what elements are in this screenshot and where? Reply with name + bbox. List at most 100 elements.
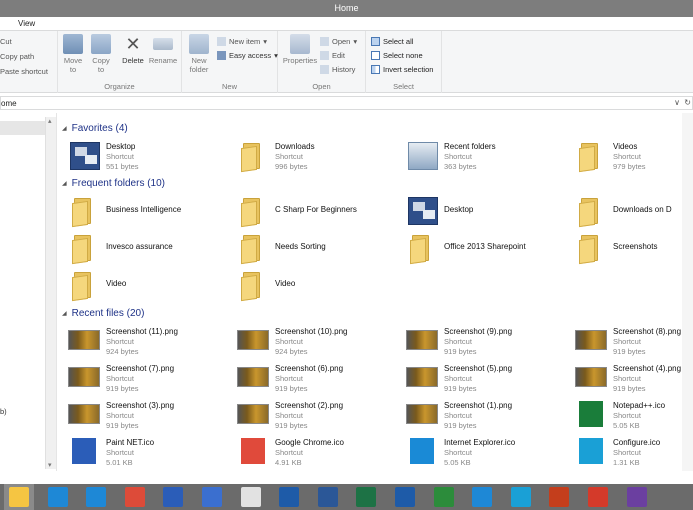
item-size: 919 bytes [106, 384, 139, 393]
favorite-item[interactable]: Videos Shortcut 979 bytes [569, 140, 693, 174]
recent-file-item[interactable]: Screenshot (11).png Shortcut 924 bytes [62, 325, 227, 359]
nav-scrollbar[interactable]: ▴ ▾ [45, 117, 56, 469]
excel-icon[interactable] [356, 487, 377, 507]
calculator-icon[interactable] [202, 487, 222, 507]
outlook-icon[interactable] [395, 487, 415, 507]
favorites-heading-label: Favorites (4) [71, 123, 128, 134]
ribbon-group-select: Select all Select none Invert selection … [366, 31, 442, 93]
recent-file-item[interactable]: Screenshot (7).png Shortcut 919 bytes [62, 362, 227, 396]
remote-desktop-icon[interactable] [163, 487, 184, 507]
skype-icon[interactable] [510, 487, 531, 507]
history-button[interactable]: History [320, 65, 355, 74]
file-explorer-icon[interactable] [9, 487, 29, 507]
frequent-folder-item[interactable]: Invesco assurance [62, 232, 227, 266]
item-type: Shortcut [275, 337, 303, 346]
copy-to-button[interactable]: Copy to [86, 34, 116, 74]
group-label-new: New [221, 82, 237, 91]
frequent-folder-item[interactable]: Screenshots [569, 232, 693, 266]
recent-file-item[interactable]: Screenshot (1).png Shortcut 919 bytes [400, 399, 565, 433]
folder-icon [241, 235, 263, 265]
frequent-folder-item[interactable]: Office 2013 Sharepoint [400, 232, 565, 266]
new-folder-button[interactable]: New folder [184, 34, 214, 74]
settings-icon[interactable] [47, 487, 68, 507]
cut-label: Cut [0, 37, 12, 46]
copy-path-button[interactable]: Copy path [0, 52, 34, 61]
frequent-heading[interactable]: ◢ Frequent folders (10) [62, 178, 165, 189]
item-name: Google Chrome.ico [275, 438, 344, 447]
recent-file-item[interactable]: Configure.ico Shortcut 1.31 KB [569, 436, 693, 470]
paste-shortcut-button[interactable]: Paste shortcut [0, 67, 48, 76]
frequent-folder-item[interactable]: Desktop [400, 195, 565, 229]
onenote-icon[interactable] [626, 487, 647, 507]
favorite-item[interactable]: Recent folders Shortcut 363 bytes [400, 140, 565, 174]
item-name: Screenshot (11).png [106, 327, 178, 336]
recent-file-item[interactable]: Screenshot (10).png Shortcut 924 bytes [231, 325, 396, 359]
item-name: Downloads on D [613, 205, 672, 214]
select-none-button[interactable]: Select none [371, 51, 423, 60]
taskbar [0, 484, 693, 510]
recent-file-item[interactable]: Screenshot (4).png Shortcut 919 bytes [569, 362, 693, 396]
frequent-folder-item[interactable]: C Sharp For Beginners [231, 195, 396, 229]
frequent-folder-item[interactable]: Video [231, 269, 396, 303]
recent-file-item[interactable]: Screenshot (9).png Shortcut 919 bytes [400, 325, 565, 359]
item-type: Shortcut [275, 411, 303, 420]
acrobat-icon[interactable] [240, 487, 261, 507]
item-type: Shortcut [275, 152, 303, 161]
recent-file-item[interactable]: Google Chrome.ico Shortcut 4.91 KB [231, 436, 396, 470]
rename-button[interactable]: Rename [148, 34, 178, 65]
delete-button[interactable]: ✕ Delete [118, 34, 148, 65]
frequent-folder-item[interactable]: Downloads on D [569, 195, 693, 229]
properties-button[interactable]: Properties [282, 34, 318, 65]
item-type: Shortcut [106, 337, 134, 346]
invert-selection-button[interactable]: Invert selection [371, 65, 433, 74]
scroll-up-icon[interactable]: ▴ [48, 117, 52, 125]
open-button[interactable]: Open ▾ [320, 37, 357, 46]
item-type: Shortcut [444, 374, 472, 383]
screenshot-thumbnail-icon [575, 367, 607, 387]
frequent-folder-item[interactable]: Business Intelligence [62, 195, 227, 229]
chevron-down-icon: ▾ [353, 37, 358, 46]
recent-heading[interactable]: ◢ Recent files (20) [62, 308, 144, 319]
tab-view[interactable]: View [18, 19, 35, 28]
favorite-item[interactable]: Downloads Shortcut 996 bytes [231, 140, 396, 174]
headphones-icon[interactable] [588, 487, 608, 507]
favorites-heading[interactable]: ◢ Favorites (4) [62, 123, 128, 134]
recent-file-item[interactable]: Screenshot (5).png Shortcut 919 bytes [400, 362, 565, 396]
easy-access-button[interactable]: Easy access ▾ [217, 51, 278, 60]
recent-file-item[interactable]: Notepad++.ico Shortcut 5.05 KB [569, 399, 693, 433]
weather-icon[interactable] [472, 487, 493, 507]
recent-file-item[interactable]: Screenshot (8).png Shortcut 919 bytes [569, 325, 693, 359]
item-size: 5.05 KB [613, 421, 640, 430]
chevron-down-icon[interactable]: ∨ [674, 98, 680, 107]
recent-file-item[interactable]: Screenshot (6).png Shortcut 919 bytes [231, 362, 396, 396]
word-icon[interactable] [317, 487, 338, 507]
recent-file-item[interactable]: Paint NET.ico Shortcut 5.01 KB [62, 436, 227, 470]
recent-file-item[interactable]: Internet Explorer.ico Shortcut 5.05 KB [400, 436, 565, 470]
content-scrollbar[interactable] [682, 113, 693, 471]
outlook-icon[interactable] [279, 487, 300, 507]
edit-button[interactable]: Edit [320, 51, 345, 60]
address-bar[interactable]: ome ∨ ↻ [0, 96, 693, 110]
cut-button[interactable]: Cut [0, 37, 12, 46]
recent-file-item[interactable]: Screenshot (2).png Shortcut 919 bytes [231, 399, 396, 433]
chrome-icon[interactable] [124, 487, 145, 507]
frequent-folder-item[interactable]: Video [62, 269, 227, 303]
move-to-button[interactable]: Move to [58, 34, 88, 74]
item-type: Shortcut [106, 374, 134, 383]
recent-file-item[interactable]: Screenshot (3).png Shortcut 919 bytes [62, 399, 227, 433]
folder-icon [579, 198, 601, 228]
folder-icon [579, 235, 601, 265]
favorite-item[interactable]: Desktop Shortcut 551 bytes [62, 140, 227, 174]
project-icon[interactable] [433, 487, 454, 507]
nav-selected-item[interactable] [0, 121, 45, 135]
frequent-folder-item[interactable]: Needs Sorting [231, 232, 396, 266]
ribbon-group-new: New folder New item ▾ Easy access ▾ New [182, 31, 278, 93]
scroll-down-icon[interactable]: ▾ [48, 461, 52, 469]
new-item-button[interactable]: New item ▾ [217, 37, 267, 46]
item-name: Screenshots [613, 242, 658, 251]
refresh-icon[interactable]: ↻ [684, 98, 691, 107]
select-all-button[interactable]: Select all [371, 37, 413, 46]
powerpoint-icon[interactable] [549, 487, 570, 507]
nav-item[interactable]: b) [0, 407, 7, 416]
internet-explorer-icon[interactable] [86, 487, 107, 507]
